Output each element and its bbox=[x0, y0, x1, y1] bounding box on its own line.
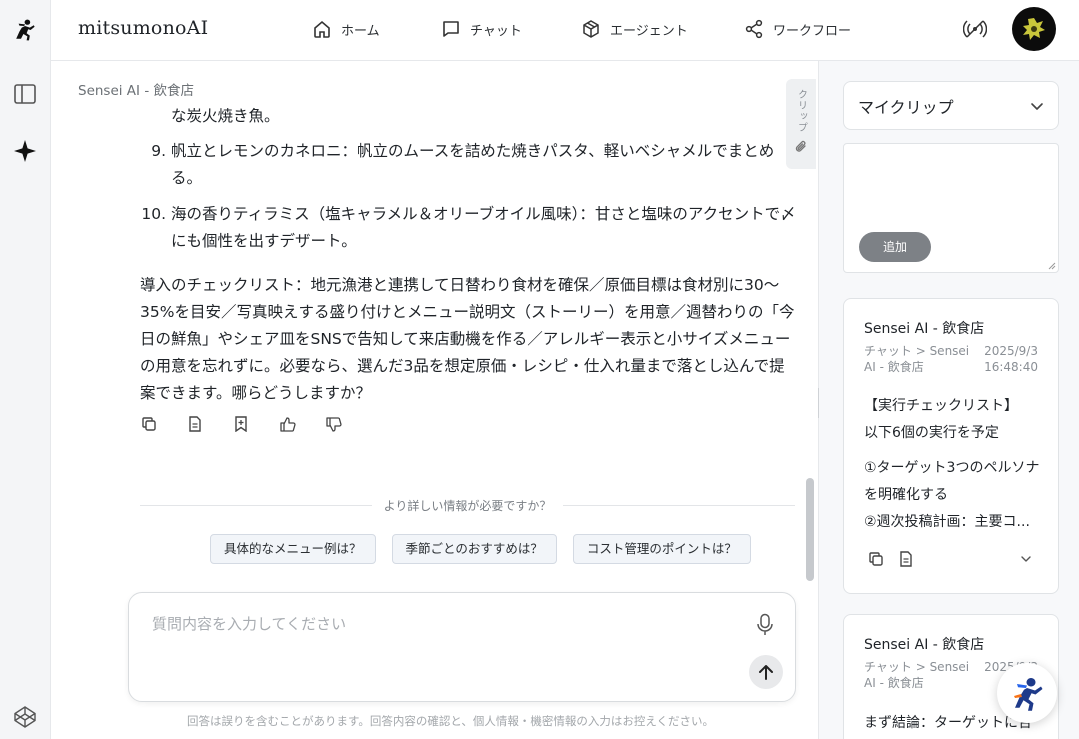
thumbs-up-icon[interactable] bbox=[278, 415, 296, 433]
sidebar-toggle-icon[interactable] bbox=[13, 82, 37, 106]
nav-agent-label: エージェント bbox=[610, 23, 688, 39]
list-number: 10. bbox=[141, 205, 166, 223]
more-info-divider: より詳しい情報が必要ですか？ bbox=[140, 497, 796, 513]
clip-card-date: 2025/9/3 16:48:40 bbox=[984, 344, 1038, 374]
sparkle-icon[interactable] bbox=[13, 139, 37, 163]
suggestion-chip-menu-examples[interactable]: 具体的なメニュー例は？ bbox=[210, 534, 376, 564]
send-button[interactable] bbox=[749, 655, 783, 689]
clip-tab-label: クリップ bbox=[795, 89, 807, 133]
chat-input[interactable] bbox=[152, 613, 742, 643]
chat-scrollbar-thumb[interactable] bbox=[806, 478, 814, 581]
microphone-icon[interactable] bbox=[753, 611, 777, 639]
clip-card-line: 【実行チェックリスト】 bbox=[864, 398, 1018, 414]
nav-workflow-label: ワークフロー bbox=[773, 23, 852, 39]
ninja-logo-icon[interactable] bbox=[13, 18, 37, 42]
cube-icon bbox=[583, 20, 599, 38]
answer-paragraph: 導入のチェックリスト：地元漁港と連携して日替わり食材を確保／原価目標は食材別に3… bbox=[140, 276, 795, 402]
codepen-icon[interactable] bbox=[13, 705, 37, 729]
clip-card-title: Sensei AI - 飲食店 bbox=[864, 321, 985, 337]
list-text: 帆立とレモンのカネロニ：帆立のムースを詰めた焼きパスタ、軽いベシャメルでまとめる… bbox=[171, 142, 775, 187]
list-number: 9. bbox=[151, 142, 166, 160]
message-actions bbox=[140, 415, 342, 433]
nav-chat[interactable]: チャット bbox=[441, 17, 522, 41]
clip-card-body: 【実行チェックリスト】 以下6個の実行を予定 ①ターゲット3つのペルソナを明確化… bbox=[864, 393, 1040, 536]
list-text: な炭火焼き魚。 bbox=[171, 107, 280, 125]
clip-card-line: ②週次投稿計画：主要コ... bbox=[864, 514, 1030, 530]
brand-logo[interactable]: mitsumonoAI bbox=[78, 17, 208, 39]
list-text: 海の香りティラミス（塩キャラメル＆オリーブオイル風味）：甘さと塩味のアクセントで… bbox=[171, 205, 796, 250]
nav-chat-label: チャット bbox=[470, 23, 522, 39]
nav-home[interactable]: ホーム bbox=[312, 17, 380, 41]
document-icon[interactable] bbox=[186, 415, 204, 433]
clip-tab[interactable]: クリップ bbox=[786, 79, 816, 169]
copy-icon[interactable] bbox=[140, 415, 158, 433]
top-header: mitsumonoAI ホーム チャット エージェント ワークフロー bbox=[51, 0, 1079, 61]
clip-card-path: チャット > Sensei AI - 飲食店 bbox=[864, 344, 970, 374]
document-icon[interactable] bbox=[898, 551, 914, 567]
resize-handle-icon[interactable] bbox=[1048, 262, 1056, 270]
clip-card-actions bbox=[868, 551, 914, 567]
clip-card[interactable]: Sensei AI - 飲食店 チャット > Sensei AI - 飲食店 2… bbox=[843, 298, 1059, 594]
assistant-fab[interactable] bbox=[997, 663, 1057, 723]
clip-select-label: マイクリップ bbox=[858, 97, 954, 117]
copy-icon[interactable] bbox=[868, 551, 884, 567]
suggestion-chips: 具体的なメニュー例は？ 季節ごとのおすすめは？ コスト管理のポイントは？ bbox=[210, 534, 751, 564]
chevron-down-icon[interactable] bbox=[1020, 553, 1032, 565]
chat-input-box bbox=[128, 592, 796, 702]
nav-workflow[interactable]: ワークフロー bbox=[744, 17, 851, 41]
user-avatar[interactable] bbox=[1012, 7, 1056, 51]
bookmark-add-icon[interactable] bbox=[232, 415, 250, 433]
chevron-down-icon bbox=[1031, 103, 1043, 110]
nav-home-label: ホーム bbox=[341, 23, 380, 39]
arrow-up-icon bbox=[759, 665, 773, 680]
paperclip-icon bbox=[795, 140, 806, 152]
divider-line bbox=[563, 504, 796, 506]
clip-panel: マイクリップ 追加 Sensei AI - 飲食店 チャット > Sensei … bbox=[819, 61, 1079, 739]
clip-card-line: ①ターゲット3つのペルソナを明確化する bbox=[864, 460, 1040, 503]
clip-card-title: Sensei AI - 飲食店 bbox=[864, 637, 985, 653]
chat-main: Sensei AI - 飲食店 な炭火焼き魚。 9. 帆立とレモンのカネロニ：帆… bbox=[51, 61, 818, 739]
clip-card-path: チャット > Sensei AI - 飲食店 bbox=[864, 660, 970, 690]
left-rail bbox=[0, 0, 51, 739]
ninja-assistant-icon bbox=[1014, 678, 1043, 711]
suggestion-chip-cost[interactable]: コスト管理のポイントは？ bbox=[572, 534, 751, 564]
disclaimer-text: 回答は誤りを含むことがあります。回答内容の確認と、個人情報・機密情報の入力はお控… bbox=[187, 714, 715, 728]
divider-line bbox=[140, 504, 372, 506]
thumbs-down-icon[interactable] bbox=[324, 415, 342, 433]
broadcast-icon[interactable] bbox=[962, 16, 988, 42]
add-clip-button[interactable]: 追加 bbox=[859, 232, 931, 262]
nav-agent[interactable]: エージェント bbox=[581, 17, 688, 41]
suggestion-chip-seasonal[interactable]: 季節ごとのおすすめは？ bbox=[391, 534, 557, 564]
clip-select[interactable]: マイクリップ bbox=[843, 81, 1059, 130]
share-icon bbox=[745, 19, 763, 39]
chat-icon bbox=[443, 21, 459, 37]
clip-card-line: 以下6個の実行を予定 bbox=[864, 425, 999, 441]
clip-textarea[interactable]: 追加 bbox=[843, 143, 1059, 273]
chat-breadcrumb[interactable]: Sensei AI - 飲食店 bbox=[78, 79, 194, 99]
home-icon bbox=[314, 20, 330, 38]
more-info-label: より詳しい情報が必要ですか？ bbox=[383, 498, 552, 513]
